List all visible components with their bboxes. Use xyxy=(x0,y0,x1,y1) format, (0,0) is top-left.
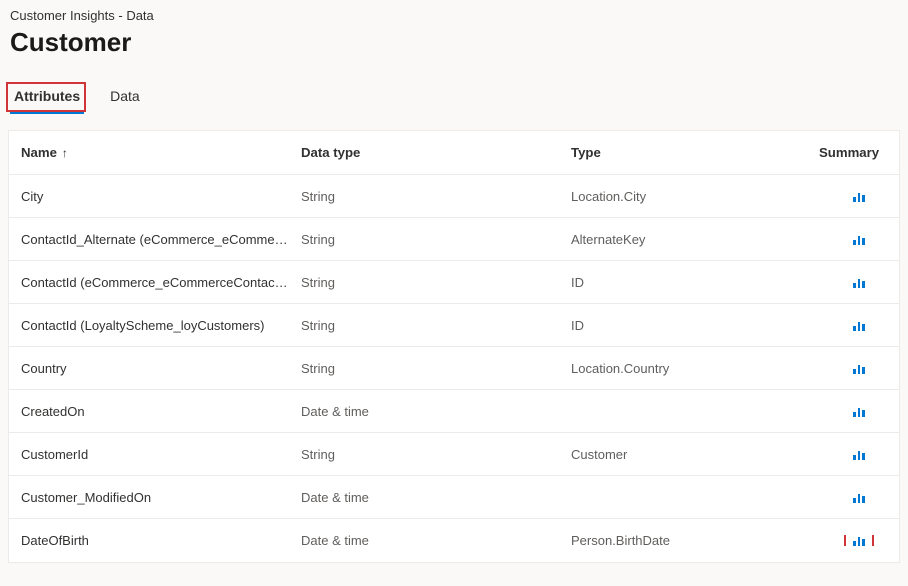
cell-type: Location.City xyxy=(559,189,819,204)
bar-chart-icon[interactable] xyxy=(853,277,864,288)
table-row: Customer_ModifiedOn Date & time xyxy=(9,476,899,519)
cell-data-type: String xyxy=(289,318,559,333)
table-row: ContactId (eCommerce_eCommerceContacts) … xyxy=(9,261,899,304)
cell-name: Customer_ModifiedOn xyxy=(9,490,289,505)
cell-name: ContactId (LoyaltyScheme_loyCustomers) xyxy=(9,318,289,333)
cell-data-type: String xyxy=(289,232,559,247)
cell-data-type: String xyxy=(289,361,559,376)
column-header-data-type[interactable]: Data type xyxy=(289,145,559,160)
column-header-type[interactable]: Type xyxy=(559,145,819,160)
table-row: CustomerId String Customer xyxy=(9,433,899,476)
cell-summary xyxy=(819,234,899,245)
column-header-name-label: Name xyxy=(21,145,57,160)
table-header: Name ↑ Data type Type Summary xyxy=(9,131,899,175)
cell-summary xyxy=(819,363,899,374)
cell-data-type: String xyxy=(289,447,559,462)
cell-summary xyxy=(819,191,899,202)
tab-attributes[interactable]: Attributes xyxy=(10,82,84,112)
bar-chart-icon[interactable] xyxy=(853,449,864,460)
cell-data-type: String xyxy=(289,275,559,290)
tab-data[interactable]: Data xyxy=(106,82,144,112)
table-row: ContactId (LoyaltyScheme_loyCustomers) S… xyxy=(9,304,899,347)
cell-type: Person.BirthDate xyxy=(559,533,819,548)
table-row: DateOfBirth Date & time Person.BirthDate xyxy=(9,519,899,562)
cell-data-type: Date & time xyxy=(289,404,559,419)
cell-type: Customer xyxy=(559,447,819,462)
cell-name: ContactId (eCommerce_eCommerceContacts) xyxy=(9,275,289,290)
cell-data-type: String xyxy=(289,189,559,204)
cell-name: ContactId_Alternate (eCommerce_eCommerce… xyxy=(9,232,289,247)
cell-summary xyxy=(819,406,899,417)
cell-name: CreatedOn xyxy=(9,404,289,419)
cell-type: Location.Country xyxy=(559,361,819,376)
cell-name: CustomerId xyxy=(9,447,289,462)
cell-summary xyxy=(819,535,899,546)
cell-name: Country xyxy=(9,361,289,376)
bar-chart-icon[interactable] xyxy=(853,363,864,374)
bar-chart-icon[interactable] xyxy=(853,406,864,417)
table-row: Country String Location.Country xyxy=(9,347,899,390)
column-header-name[interactable]: Name ↑ xyxy=(9,145,289,160)
cell-summary xyxy=(819,277,899,288)
cell-data-type: Date & time xyxy=(289,533,559,548)
page-title: Customer xyxy=(0,25,908,82)
cell-type: ID xyxy=(559,318,819,333)
cell-type: AlternateKey xyxy=(559,232,819,247)
cell-type: ID xyxy=(559,275,819,290)
bar-chart-icon[interactable] xyxy=(853,191,864,202)
table-row: ContactId_Alternate (eCommerce_eCommerce… xyxy=(9,218,899,261)
bar-chart-icon[interactable] xyxy=(853,320,864,331)
cell-data-type: Date & time xyxy=(289,490,559,505)
bar-chart-icon[interactable] xyxy=(853,535,864,546)
cell-name: City xyxy=(9,189,289,204)
tabs: Attributes Data xyxy=(10,82,908,112)
cell-summary xyxy=(819,492,899,503)
bar-chart-icon[interactable] xyxy=(853,492,864,503)
cell-summary xyxy=(819,320,899,331)
cell-name: DateOfBirth xyxy=(9,533,289,548)
sort-ascending-icon: ↑ xyxy=(62,146,68,160)
cell-summary xyxy=(819,449,899,460)
bar-chart-icon[interactable] xyxy=(853,234,864,245)
column-header-summary[interactable]: Summary xyxy=(819,145,899,160)
table-row: CreatedOn Date & time xyxy=(9,390,899,433)
attributes-table: Name ↑ Data type Type Summary City Strin… xyxy=(8,130,900,563)
breadcrumb[interactable]: Customer Insights - Data xyxy=(0,0,908,25)
table-row: City String Location.City xyxy=(9,175,899,218)
